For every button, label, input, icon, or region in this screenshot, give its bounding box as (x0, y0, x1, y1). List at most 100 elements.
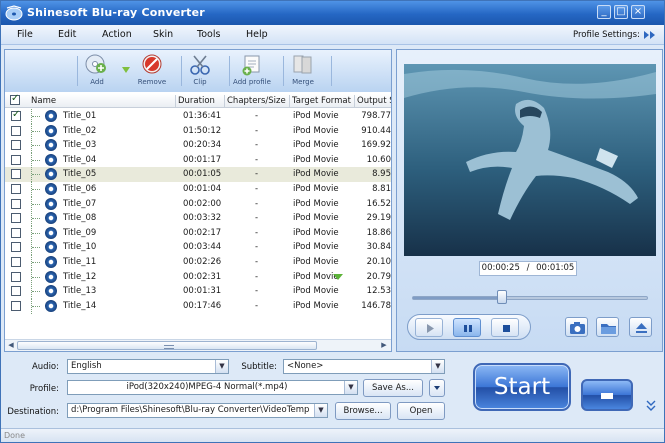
col-name[interactable]: Name (31, 96, 171, 106)
row-checkbox[interactable] (11, 286, 21, 297)
seek-slider[interactable] (412, 296, 648, 300)
row-checkbox[interactable] (11, 198, 21, 209)
scrollbar-thumb[interactable] (17, 341, 317, 350)
col-divider (175, 95, 176, 107)
table-row[interactable]: Title_12 00:02:31- iPod Movie 20.79 (5, 269, 391, 285)
profile-value: iPod(320x240)MPEG-4 Normal(*.mp4) (126, 382, 288, 392)
table-row[interactable]: Title_07 00:02:00 - iPod Movie 16.52 (5, 196, 391, 212)
horizontal-scrollbar[interactable]: ◀ ▶ (5, 339, 391, 351)
clip-button[interactable]: Clip (176, 52, 224, 90)
table-row[interactable]: Title_02 01:50:12 - iPod Movie 910.44 (5, 123, 391, 139)
table-row[interactable]: Title_10 00:03:44 - iPod Movie 30.84 (5, 240, 391, 256)
menu-help[interactable]: Help (246, 29, 268, 40)
col-size[interactable]: Output Si (357, 96, 391, 106)
title-format: iPod Movie (293, 125, 339, 136)
menu-file[interactable]: File (17, 29, 33, 40)
eject-button[interactable] (629, 317, 652, 337)
row-checkbox[interactable] (11, 125, 21, 136)
title-chapters: - (255, 227, 259, 238)
disc-icon (45, 226, 57, 239)
menu-edit[interactable]: Edit (58, 29, 76, 40)
open-folder-button[interactable] (596, 317, 619, 337)
add-profile-button[interactable]: Add profile (228, 52, 276, 90)
chevron-down-icon[interactable]: ▼ (215, 360, 228, 373)
remove-button[interactable]: Remove (128, 52, 176, 90)
audio-select[interactable]: English ▼ (67, 359, 229, 374)
destination-input[interactable]: d:\Program Files\Shinesoft\Blu-ray Conve… (67, 403, 328, 418)
table-row[interactable]: Title_14 00:17:46 - iPod Movie 146.78 (5, 298, 391, 314)
minimize-button[interactable]: _ (597, 5, 611, 19)
menu-skin[interactable]: Skin (153, 29, 173, 40)
expand-icon[interactable] (645, 399, 657, 413)
save-as-dropdown[interactable] (429, 379, 445, 397)
disc-app-icon (5, 5, 23, 21)
table-row[interactable]: Title_13 00:01:31 - iPod Movie 12.53 (5, 284, 391, 300)
close-button[interactable]: × (631, 5, 645, 19)
row-checkbox[interactable] (11, 271, 21, 282)
total-time: 00:01:05 (536, 263, 575, 273)
title-format: iPod Movie (293, 242, 339, 253)
chevron-down-icon[interactable]: ▼ (344, 381, 357, 394)
menu-action[interactable]: Action (102, 29, 132, 40)
row-checkbox[interactable] (11, 242, 21, 253)
tree-connector (31, 269, 43, 285)
tree-connector (31, 255, 43, 270)
open-button[interactable]: Open (397, 402, 445, 420)
disc-icon (45, 285, 57, 298)
subtitle-select[interactable]: <None> ▼ (283, 359, 445, 374)
add-button[interactable]: Add (73, 52, 121, 90)
scroll-left-icon[interactable]: ◀ (6, 341, 16, 350)
col-chapters[interactable]: Chapters/Size (227, 96, 289, 106)
table-row[interactable]: Title_06 00:01:04 - iPod Movie 8.81 (5, 182, 391, 197)
table-row[interactable]: Title_01 01:36:41 - iPod Movie 798.77 (5, 109, 391, 124)
col-format[interactable]: Target Format (292, 96, 352, 106)
title-chapters: - (255, 154, 259, 165)
table-row[interactable]: Title_05 00:01:05 - iPod Movie 8.95 (5, 167, 391, 183)
table-row[interactable]: Title_09 00:02:17 - iPod Movie 18.86 (5, 225, 391, 241)
row-checkbox[interactable] (11, 213, 21, 224)
title-duration: 00:01:04 (183, 184, 222, 194)
row-checkbox[interactable] (11, 169, 21, 180)
profile-select[interactable]: iPod(320x240)MPEG-4 Normal(*.mp4) ▼ (67, 380, 358, 395)
menu-tools[interactable]: Tools (197, 29, 220, 40)
row-checkbox[interactable] (11, 300, 21, 311)
row-checkbox[interactable] (11, 184, 21, 194)
row-checkbox[interactable] (11, 227, 21, 238)
chevron-down-icon[interactable]: ▼ (431, 360, 444, 373)
merge-button[interactable]: Merge (279, 52, 327, 90)
profile-label: Profile: (29, 384, 59, 394)
table-row[interactable]: Title_03 00:20:34 - iPod Movie 169.92 (5, 138, 391, 154)
maximize-button[interactable]: □ (614, 5, 628, 19)
preview-frame-image (404, 64, 656, 256)
scroll-right-icon[interactable]: ▶ (379, 341, 389, 350)
play-button[interactable] (415, 318, 443, 337)
remove-icon (142, 54, 162, 74)
browse-button[interactable]: Browse... (335, 402, 391, 420)
tree-connector (31, 167, 43, 183)
double-arrow-icon[interactable] (642, 29, 658, 41)
chevron-down-icon[interactable]: ▼ (314, 404, 327, 417)
select-all-checkbox[interactable] (10, 94, 20, 105)
table-row[interactable]: Title_08 00:03:32 - iPod Movie 29.19 (5, 211, 391, 227)
title-output-size: 30.84 (366, 242, 391, 253)
row-checkbox[interactable] (11, 140, 21, 151)
pause-icon (464, 325, 472, 332)
row-checkbox[interactable] (11, 257, 21, 267)
row-checkbox[interactable] (11, 109, 21, 121)
save-as-button[interactable]: Save As... (363, 379, 423, 397)
col-divider (289, 95, 290, 107)
stop-preview-button[interactable] (491, 318, 519, 337)
seek-thumb[interactable] (496, 290, 507, 304)
pause-button[interactable] (453, 318, 481, 337)
start-button[interactable]: Start (473, 363, 571, 411)
table-row[interactable]: Title_11 00:02:26 - iPod Movie 20.10 (5, 255, 391, 270)
row-checkbox[interactable] (11, 154, 21, 165)
snapshot-button[interactable] (565, 317, 588, 337)
tree-connector (31, 182, 43, 197)
col-duration[interactable]: Duration (178, 96, 222, 106)
menu-bar: File Edit Action Skin Tools Help Profile… (1, 25, 664, 45)
title-name: Title_10 (63, 242, 97, 253)
table-row[interactable]: Title_04 00:01:17 - iPod Movie 10.60 (5, 152, 391, 168)
profile-settings-label[interactable]: Profile Settings: (573, 30, 640, 40)
stop-button[interactable] (581, 379, 633, 411)
